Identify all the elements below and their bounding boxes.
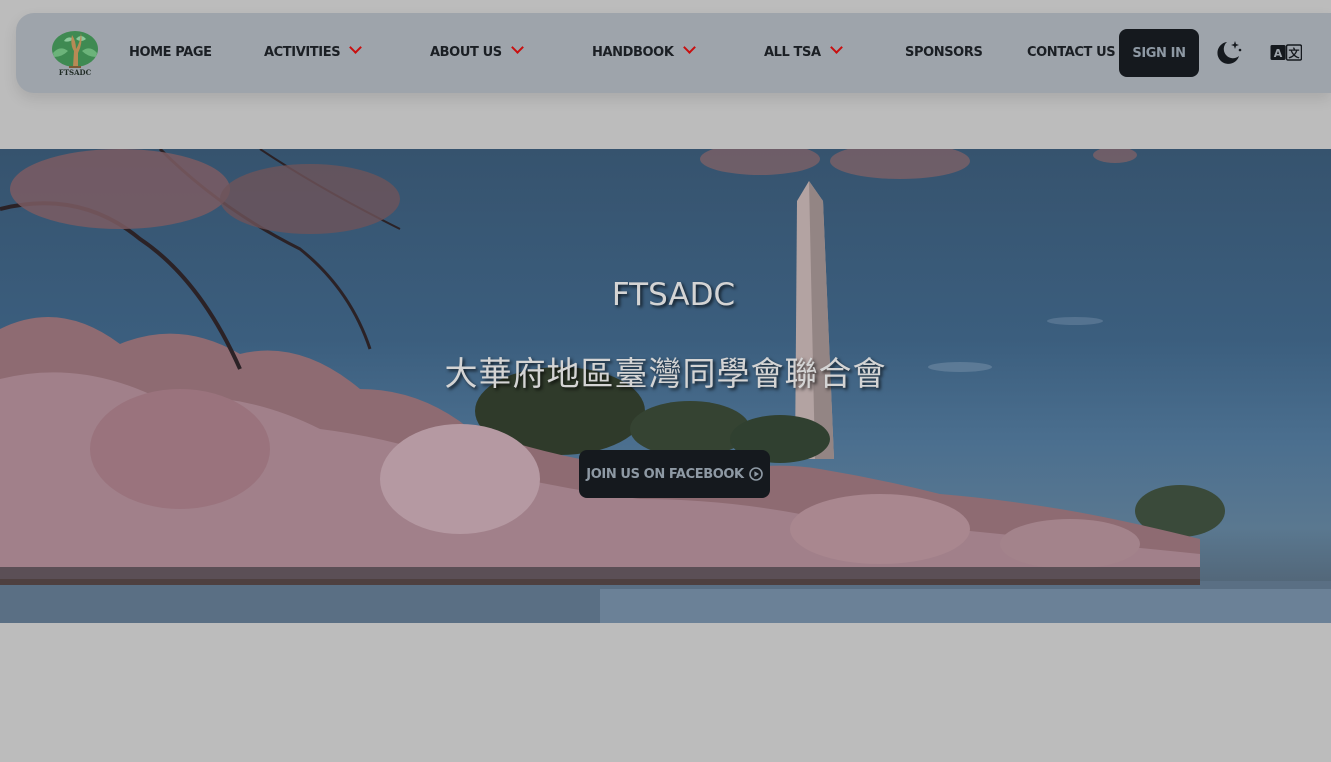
chevron-down-icon [349, 41, 363, 54]
nav-handbook[interactable]: HANDBOOK [592, 41, 696, 63]
chevron-down-icon [682, 41, 696, 54]
nav-about-us[interactable]: ABOUT US [430, 41, 524, 63]
svg-text:文: 文 [1289, 46, 1301, 60]
join-facebook-label: JOIN US ON FACEBOOK [586, 466, 744, 482]
nav-home-page[interactable]: HOME PAGE [129, 43, 212, 63]
nav-about-us-label: ABOUT US [430, 45, 502, 60]
logo-text: FTSADC [58, 68, 92, 77]
hero-title: FTSADC [611, 277, 736, 313]
nav-contact-us-label: CONTACT US [1027, 45, 1116, 60]
play-circle-icon [748, 467, 763, 481]
join-facebook-button[interactable]: JOIN US ON FACEBOOK [579, 450, 770, 498]
top-navbar: FTSADC HOME PAGE ACTIVITIES ABOUT US HAN… [16, 13, 1331, 93]
hero-banner: FTSADC 大華府地區臺灣同學會聯合會 JOIN US ON FACEBOOK [0, 149, 1331, 623]
nav-home-page-label: HOME PAGE [129, 45, 212, 60]
svg-text:A: A [1274, 47, 1283, 60]
chevron-down-icon [510, 41, 524, 54]
nav-contact-us[interactable]: CONTACT US [1027, 43, 1116, 63]
nav-sponsors-label: SPONSORS [905, 45, 983, 60]
nav-sponsors[interactable]: SPONSORS [905, 43, 983, 63]
nav-all-tsa-label: ALL TSA [764, 45, 821, 60]
sign-in-button[interactable]: SIGN IN [1119, 29, 1199, 77]
nav-all-tsa[interactable]: ALL TSA [764, 41, 843, 63]
ftsadc-logo[interactable]: FTSADC [50, 27, 100, 79]
nav-activities-label: ACTIVITIES [264, 45, 341, 60]
nav-handbook-label: HANDBOOK [592, 45, 674, 60]
nav-activities[interactable]: ACTIVITIES [264, 41, 363, 63]
hero-subtitle: 大華府地區臺灣同學會聯合會 [444, 354, 887, 393]
tree-logo-icon [52, 31, 98, 68]
chevron-down-icon [829, 41, 843, 54]
translate-icon[interactable]: A 文 [1270, 44, 1303, 62]
moon-stars-icon[interactable] [1213, 38, 1243, 68]
